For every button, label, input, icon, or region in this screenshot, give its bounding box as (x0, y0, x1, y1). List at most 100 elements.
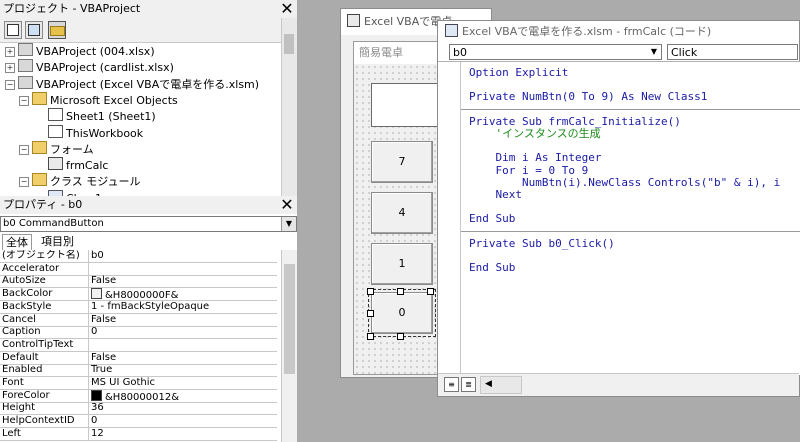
project-icon (18, 59, 33, 73)
calc-display-textbox[interactable] (371, 83, 441, 127)
code-text: For i = 0 To 9 (469, 163, 589, 177)
property-value[interactable]: 0 (91, 415, 276, 427)
column-divider (88, 262, 89, 275)
tree-item-label: クラス モジュール (50, 175, 141, 189)
tree-item[interactable]: VBAProject (004.xlsx) (18, 43, 155, 59)
property-value[interactable]: False (91, 314, 276, 326)
tree-item[interactable]: frmCalc (48, 157, 108, 173)
calc-button-7[interactable]: 7 (371, 141, 433, 183)
code-line: Option Explicit (469, 66, 568, 79)
property-row[interactable]: Height 36 (0, 402, 277, 416)
column-divider (88, 275, 89, 288)
chevron-down-icon[interactable]: ▼ (281, 217, 296, 231)
tree-item[interactable]: VBAProject (Excel VBAで電卓を作る.xlsm) (18, 75, 260, 92)
form-icon (48, 157, 63, 171)
resize-handle-ne[interactable] (427, 288, 434, 295)
object-combo-value: b0 (453, 46, 467, 59)
tree-item-label: VBAProject (cardlist.xlsx) (36, 61, 174, 75)
procedure-combo[interactable]: Click (667, 44, 798, 60)
property-value[interactable]: 0 (91, 326, 276, 338)
expander-icon[interactable]: + (5, 47, 15, 57)
code-comment: 'インスタンスの生成 (469, 127, 600, 140)
object-selector-value: b0 CommandButton (3, 218, 104, 229)
project-explorer-title: プロジェクト - VBAProject (0, 0, 297, 18)
property-row[interactable]: Caption 0 (0, 326, 277, 340)
tree-item[interactable]: ThisWorkbook (48, 124, 143, 141)
view-object-icon[interactable] (25, 21, 43, 39)
property-value-text: 1 - fmBackStyleOpaque (91, 300, 210, 312)
property-row[interactable]: Enabled True (0, 364, 277, 378)
procedure-view-icon[interactable]: ≡ (444, 377, 459, 392)
property-row[interactable]: ForeColor &H80000012& (0, 389, 277, 403)
column-divider (88, 351, 89, 364)
properties-close-icon[interactable]: ✕ (279, 197, 295, 213)
property-name: BackStyle (2, 300, 52, 312)
horizontal-scrollbar[interactable]: ◀ (480, 376, 522, 394)
resize-handle-n[interactable] (397, 288, 404, 295)
properties-scrollbar[interactable] (281, 250, 297, 442)
property-row[interactable]: Accelerator (0, 262, 277, 276)
property-row[interactable]: Cancel False (0, 313, 277, 327)
full-module-view-icon[interactable]: ≣ (461, 377, 476, 392)
expander-icon[interactable]: − (19, 177, 29, 188)
tree-item[interactable]: クラス モジュール (32, 173, 141, 189)
column-divider (88, 389, 89, 402)
tree-item[interactable]: VBAProject (cardlist.xlsx) (18, 59, 174, 75)
margin-indicator-bar[interactable] (438, 62, 461, 375)
project-close-icon[interactable]: ✕ (279, 1, 295, 17)
property-row[interactable]: BackColor &H8000000F& (0, 288, 277, 302)
property-name: Height (2, 402, 36, 414)
property-row[interactable]: Left 12 (0, 427, 277, 441)
folder-icon (32, 140, 47, 154)
expander-icon[interactable]: − (5, 79, 15, 90)
resize-handle-w[interactable] (367, 310, 374, 317)
property-value[interactable]: 36 (91, 402, 276, 414)
view-code-icon[interactable] (4, 21, 22, 39)
code-line: End Sub (469, 261, 515, 274)
column-divider (88, 402, 89, 415)
property-row[interactable]: BackStyle 1 - fmBackStyleOpaque (0, 300, 277, 314)
property-row[interactable]: HelpContextID 0 (0, 415, 277, 429)
resize-handle-sw[interactable] (367, 333, 374, 340)
tab-categorized[interactable]: 項目別 (38, 234, 77, 249)
property-value[interactable]: b0 (91, 250, 276, 262)
property-value[interactable]: 1 - fmBackStyleOpaque (91, 301, 276, 313)
property-value[interactable]: False (91, 275, 276, 287)
tree-item-label: VBAProject (Excel VBAで電卓を作る.xlsm) (36, 77, 260, 91)
column-divider (88, 377, 89, 389)
code-editor[interactable]: Option Explicit Private NumBtn(0 To 9) As… (438, 61, 800, 375)
scroll-left-icon[interactable]: ◀ (485, 379, 492, 389)
tree-item[interactable]: Microsoft Excel Objects (32, 91, 178, 108)
property-value[interactable]: MS UI Gothic (91, 377, 276, 389)
code-window-title-text: Excel VBAで電卓を作る.xlsm - frmCalc (コード) (462, 25, 712, 38)
tree-item[interactable]: Sheet1 (Sheet1) (48, 108, 156, 124)
object-combo[interactable]: b0 ▼ (449, 44, 662, 60)
calc-button-1[interactable]: 1 (371, 243, 433, 285)
code-text: Option Explicit (469, 66, 569, 79)
tab-alphabetic[interactable]: 全体 (2, 234, 32, 250)
object-selector[interactable]: b0 CommandButton ▼ (0, 216, 297, 232)
calc-button-4[interactable]: 4 (371, 192, 433, 234)
expander-icon[interactable]: − (19, 144, 29, 155)
expander-icon[interactable]: + (5, 63, 15, 74)
chevron-down-icon[interactable]: ▼ (647, 45, 661, 59)
property-value[interactable]: 12 (91, 428, 276, 440)
project-scrollbar[interactable] (281, 18, 297, 196)
code-window-statusbar: ≡ ≣ ◀ (438, 373, 799, 396)
resize-handle-nw[interactable] (367, 288, 374, 295)
property-value-text: 0 (91, 415, 98, 427)
property-row[interactable]: (オブジェクト名) b0 (0, 250, 277, 263)
property-row[interactable]: Default False (0, 351, 277, 365)
code-line: For i = 0 To 9 (469, 164, 588, 177)
toggle-folders-icon[interactable] (48, 21, 66, 39)
property-row[interactable]: Font MS UI Gothic (0, 377, 277, 390)
expander-icon[interactable]: − (19, 95, 29, 106)
resize-handle-s[interactable] (397, 333, 404, 340)
property-row[interactable]: ControlTipText (0, 338, 277, 352)
property-value[interactable]: True (91, 364, 276, 376)
tree-item[interactable]: フォーム (32, 140, 94, 157)
property-row[interactable]: AutoSize False (0, 275, 277, 289)
calc-button-0[interactable]: 0 (368, 289, 436, 337)
property-value[interactable]: False (91, 352, 276, 364)
tree-item-label: VBAProject (004.xlsx) (36, 45, 155, 58)
